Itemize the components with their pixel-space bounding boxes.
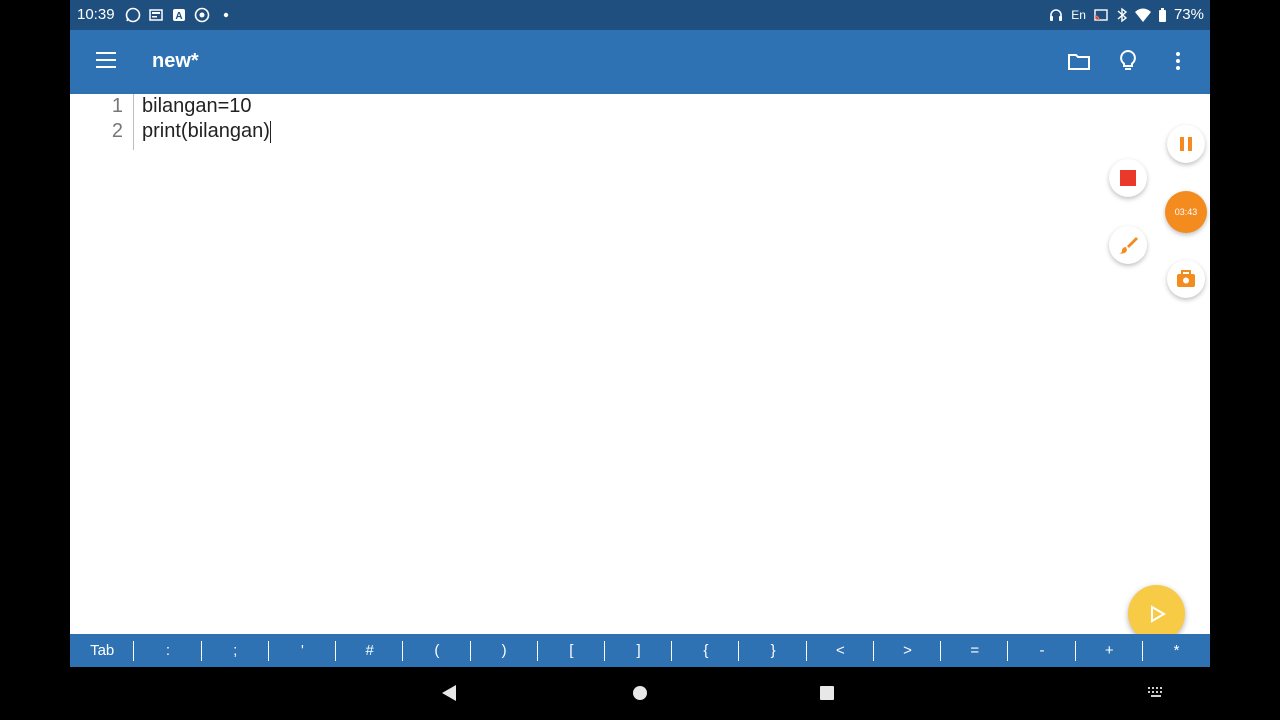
key-minus[interactable]: - xyxy=(1008,634,1076,667)
bluetooth-icon xyxy=(1117,7,1128,22)
stop-icon xyxy=(1120,170,1136,186)
key-close-paren[interactable]: ) xyxy=(471,634,539,667)
status-right-group: En 73% xyxy=(1048,6,1204,23)
chrome-icon xyxy=(194,7,210,23)
code-text[interactable]: print(bilangan) xyxy=(142,119,271,144)
key-equals[interactable]: = xyxy=(941,634,1009,667)
menu-icon[interactable] xyxy=(96,50,116,70)
code-editor[interactable]: 1 bilangan=10 2 print(bilangan) xyxy=(70,94,1210,634)
key-tab[interactable]: Tab xyxy=(70,634,135,667)
svg-text:A: A xyxy=(175,11,182,22)
pause-recording-button[interactable] xyxy=(1167,125,1205,163)
more-options-icon[interactable] xyxy=(1165,48,1191,74)
headphones-icon xyxy=(1050,8,1063,21)
key-greater-than[interactable]: > xyxy=(874,634,942,667)
key-semicolon[interactable]: ; xyxy=(202,634,270,667)
play-icon xyxy=(1150,604,1166,623)
home-icon[interactable] xyxy=(632,685,648,701)
key-close-bracket[interactable]: ] xyxy=(605,634,673,667)
whatsapp-icon xyxy=(125,7,141,23)
line-number: 1 xyxy=(111,95,123,117)
news-icon xyxy=(149,9,163,21)
folder-icon[interactable] xyxy=(1066,48,1092,74)
recording-timer[interactable]: 03:43 xyxy=(1165,191,1207,233)
key-plus[interactable]: + xyxy=(1076,634,1144,667)
code-text-content: print(bilangan) xyxy=(142,120,270,142)
key-close-brace[interactable]: } xyxy=(739,634,807,667)
battery-percent: 73% xyxy=(1173,6,1204,23)
keyboard-language: En xyxy=(1071,7,1086,22)
notification-dot-icon xyxy=(223,12,229,18)
keyboard-icon[interactable] xyxy=(1147,686,1165,698)
navigation-bar xyxy=(70,667,1210,720)
brush-icon xyxy=(1119,237,1138,254)
toolbox-icon xyxy=(1177,270,1195,287)
recents-icon[interactable] xyxy=(819,685,835,701)
key-quote[interactable]: ' xyxy=(269,634,337,667)
key-less-than[interactable]: < xyxy=(807,634,875,667)
battery-icon xyxy=(1158,7,1166,22)
app-bar: new* xyxy=(70,30,1210,94)
symbol-key-bar: Tab:; ' #()[]{} < > = - + * xyxy=(70,634,1210,667)
key-asterisk[interactable]: * xyxy=(1143,634,1210,667)
back-icon[interactable] xyxy=(441,684,457,702)
line-number: 2 xyxy=(111,120,123,142)
document-title: new* xyxy=(152,50,199,72)
app-a-icon: A xyxy=(173,9,185,22)
stop-recording-button[interactable] xyxy=(1109,159,1147,197)
pause-icon xyxy=(1180,137,1192,151)
status-bar: 10:39 A En 73% xyxy=(70,0,1210,30)
wifi-icon xyxy=(1134,8,1151,22)
gutter-divider xyxy=(133,94,134,150)
key-open-brace[interactable]: { xyxy=(672,634,740,667)
key-colon[interactable]: : xyxy=(134,634,202,667)
text-cursor xyxy=(269,120,271,143)
cast-icon xyxy=(1094,8,1108,21)
lightbulb-icon[interactable] xyxy=(1115,48,1141,74)
draw-button[interactable] xyxy=(1109,226,1147,264)
code-text[interactable]: bilangan=10 xyxy=(142,94,252,119)
recording-timer-text: 03:43 xyxy=(1174,207,1198,217)
key-hash[interactable]: # xyxy=(336,634,404,667)
key-open-bracket[interactable]: [ xyxy=(538,634,606,667)
toolbox-button[interactable] xyxy=(1167,260,1205,298)
status-time: 10:39 xyxy=(77,6,115,23)
key-open-paren[interactable]: ( xyxy=(403,634,471,667)
